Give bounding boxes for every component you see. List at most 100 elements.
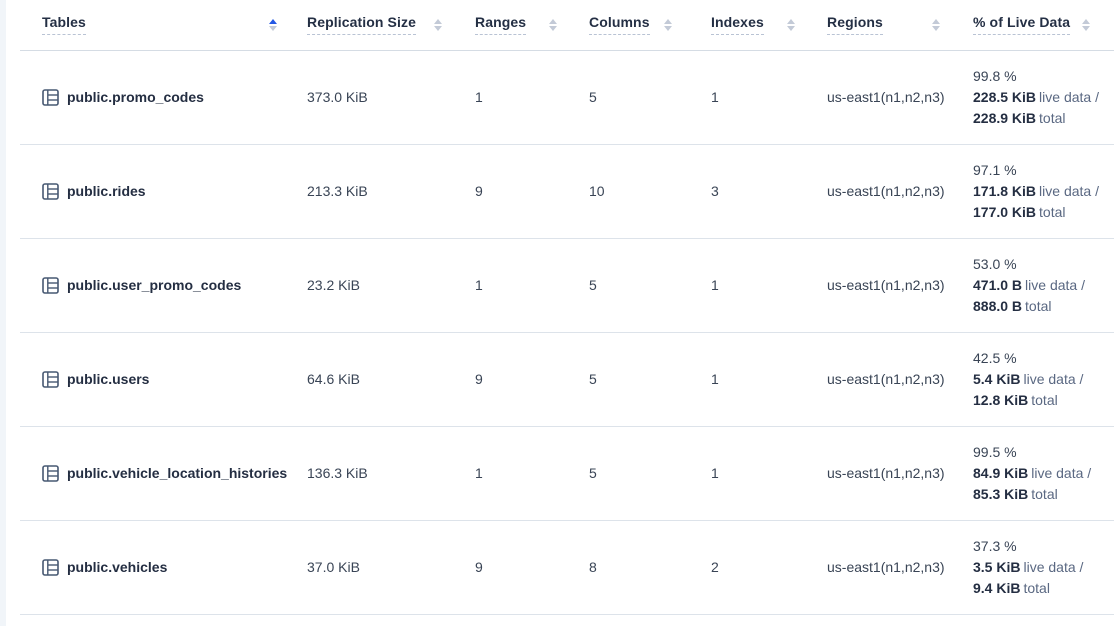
- total-size: 177.0 KiB: [973, 204, 1036, 220]
- cell-columns: 10: [567, 144, 682, 238]
- column-header-label: Tables: [42, 14, 86, 35]
- sort-icon[interactable]: [787, 19, 795, 31]
- table-name-link[interactable]: public.vehicle_location_histories: [67, 465, 287, 481]
- column-header-columns[interactable]: Columns: [567, 0, 682, 50]
- table-name-link[interactable]: public.promo_codes: [67, 89, 204, 105]
- cell-columns: 5: [567, 426, 682, 520]
- live-percent: 97.1 %: [973, 160, 1100, 181]
- total-suffix-label: total: [1039, 204, 1065, 220]
- total-suffix-label: total: [1025, 298, 1051, 314]
- total-suffix-label: total: [1031, 392, 1057, 408]
- live-percent: 42.5 %: [973, 348, 1100, 369]
- total-size: 228.9 KiB: [973, 110, 1036, 126]
- total-size: 9.4 KiB: [973, 580, 1020, 596]
- cell-live-data: 97.1 % 171.8 KiBlive data / 177.0 KiBtot…: [950, 144, 1114, 238]
- cell-indexes: 3: [682, 144, 805, 238]
- sort-icon[interactable]: [664, 19, 672, 31]
- cell-ranges: 9: [452, 144, 567, 238]
- column-header-label: Indexes: [711, 14, 764, 35]
- sort-icon[interactable]: [434, 19, 442, 31]
- cell-replication-size: 213.3 KiB: [287, 144, 452, 238]
- cell-indexes: 1: [682, 238, 805, 332]
- cell-regions: us-east1(n1,n2,n3): [805, 520, 950, 614]
- cell-live-data: 99.8 % 228.5 KiBlive data / 228.9 KiBtot…: [950, 50, 1114, 144]
- cell-columns: 5: [567, 238, 682, 332]
- sort-asc-active-icon[interactable]: [269, 19, 277, 31]
- table-name-link[interactable]: public.vehicles: [67, 559, 167, 575]
- cell-replication-size: 37.0 KiB: [287, 520, 452, 614]
- live-size: 3.5 KiB: [973, 559, 1020, 575]
- table-row: public.user_promo_codes 23.2 KiB 1 5 1 u…: [20, 238, 1114, 332]
- live-percent: 99.8 %: [973, 66, 1100, 87]
- cell-regions: us-east1(n1,n2,n3): [805, 332, 950, 426]
- live-percent: 53.0 %: [973, 254, 1100, 275]
- column-header-label: Regions: [827, 14, 883, 35]
- column-header-label: Columns: [589, 14, 650, 35]
- table-name-link[interactable]: public.user_promo_codes: [67, 277, 241, 293]
- total-suffix-label: total: [1039, 110, 1065, 126]
- total-suffix-label: total: [1031, 486, 1057, 502]
- cell-table-name: public.user_promo_codes: [20, 238, 287, 332]
- cell-live-data: 53.0 % 471.0 Blive data / 888.0 Btotal: [950, 238, 1114, 332]
- cell-indexes: 1: [682, 50, 805, 144]
- live-suffix-label: live data /: [1023, 371, 1083, 387]
- column-header-indexes[interactable]: Indexes: [682, 0, 805, 50]
- live-size: 228.5 KiB: [973, 89, 1036, 105]
- column-header-live-data[interactable]: % of Live Data: [950, 0, 1114, 50]
- cell-indexes: 2: [682, 520, 805, 614]
- cell-regions: us-east1(n1,n2,n3): [805, 50, 950, 144]
- table-row: public.promo_codes 373.0 KiB 1 5 1 us-ea…: [20, 50, 1114, 144]
- table-icon: [42, 89, 59, 106]
- cell-indexes: 1: [682, 426, 805, 520]
- column-header-label: % of Live Data: [973, 14, 1070, 35]
- live-percent: 99.5 %: [973, 442, 1100, 463]
- table-row: public.users 64.6 KiB 9 5 1 us-east1(n1,…: [20, 332, 1114, 426]
- sort-icon[interactable]: [1082, 19, 1090, 31]
- column-header-replication-size[interactable]: Replication Size: [287, 0, 452, 50]
- table-name-link[interactable]: public.rides: [67, 183, 146, 199]
- table-row: public.vehicle_location_histories 136.3 …: [20, 426, 1114, 520]
- sort-icon[interactable]: [549, 19, 557, 31]
- live-size: 471.0 B: [973, 277, 1022, 293]
- live-suffix-label: live data /: [1025, 277, 1085, 293]
- live-size: 5.4 KiB: [973, 371, 1020, 387]
- live-percent: 37.3 %: [973, 536, 1100, 557]
- live-suffix-label: live data /: [1039, 183, 1099, 199]
- table-icon: [42, 183, 59, 200]
- sort-icon[interactable]: [932, 19, 940, 31]
- live-suffix-label: live data /: [1023, 559, 1083, 575]
- table-icon: [42, 559, 59, 576]
- cell-indexes: 1: [682, 332, 805, 426]
- table-row: public.vehicles 37.0 KiB 9 8 2 us-east1(…: [20, 520, 1114, 614]
- cell-ranges: 1: [452, 238, 567, 332]
- tables-grid: Tables Replication Size Ranges: [20, 0, 1114, 615]
- cell-replication-size: 64.6 KiB: [287, 332, 452, 426]
- live-suffix-label: live data /: [1039, 89, 1099, 105]
- column-header-tables[interactable]: Tables: [20, 0, 287, 50]
- cell-columns: 8: [567, 520, 682, 614]
- cell-replication-size: 23.2 KiB: [287, 238, 452, 332]
- total-size: 85.3 KiB: [973, 486, 1028, 502]
- table-row: public.rides 213.3 KiB 9 10 3 us-east1(n…: [20, 144, 1114, 238]
- cell-regions: us-east1(n1,n2,n3): [805, 426, 950, 520]
- table-icon: [42, 371, 59, 388]
- cell-live-data: 42.5 % 5.4 KiBlive data / 12.8 KiBtotal: [950, 332, 1114, 426]
- cell-ranges: 9: [452, 332, 567, 426]
- header-row: Tables Replication Size Ranges: [20, 0, 1114, 50]
- cell-table-name: public.promo_codes: [20, 50, 287, 144]
- live-size: 84.9 KiB: [973, 465, 1028, 481]
- live-size: 171.8 KiB: [973, 183, 1036, 199]
- cell-live-data: 99.5 % 84.9 KiBlive data / 85.3 KiBtotal: [950, 426, 1114, 520]
- cell-columns: 5: [567, 50, 682, 144]
- table-name-link[interactable]: public.users: [67, 371, 149, 387]
- total-size: 888.0 B: [973, 298, 1022, 314]
- cell-replication-size: 373.0 KiB: [287, 50, 452, 144]
- tables-card: Tables Replication Size Ranges: [6, 0, 1114, 626]
- live-suffix-label: live data /: [1031, 465, 1091, 481]
- table-icon: [42, 277, 59, 294]
- column-header-regions[interactable]: Regions: [805, 0, 950, 50]
- column-header-ranges[interactable]: Ranges: [452, 0, 567, 50]
- cell-table-name: public.rides: [20, 144, 287, 238]
- cell-ranges: 1: [452, 426, 567, 520]
- cell-table-name: public.vehicles: [20, 520, 287, 614]
